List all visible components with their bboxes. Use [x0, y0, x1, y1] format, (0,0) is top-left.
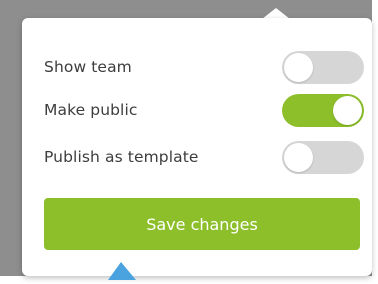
- backdrop-edge-bottom: [0, 276, 378, 280]
- setting-row-publish-template: Publish as template: [44, 139, 364, 175]
- toggle-show-team[interactable]: [282, 50, 364, 84]
- setting-label-show-team: Show team: [44, 58, 132, 76]
- toggle-knob: [333, 95, 362, 125]
- setting-row-show-team: Show team: [44, 49, 364, 85]
- pointer-arrow-svg: [108, 262, 136, 280]
- toggle-make-public[interactable]: [282, 93, 364, 127]
- pointer-arrow-icon: [108, 258, 148, 280]
- toggle-knob: [284, 52, 313, 82]
- setting-row-make-public: Make public: [44, 92, 364, 128]
- toggle-knob: [284, 142, 313, 172]
- setting-label-publish-template: Publish as template: [44, 148, 199, 166]
- setting-label-make-public: Make public: [44, 101, 138, 119]
- toggle-publish-template[interactable]: [282, 140, 364, 174]
- save-changes-button[interactable]: Save changes: [44, 198, 360, 250]
- backdrop-edge-right: [372, 0, 378, 280]
